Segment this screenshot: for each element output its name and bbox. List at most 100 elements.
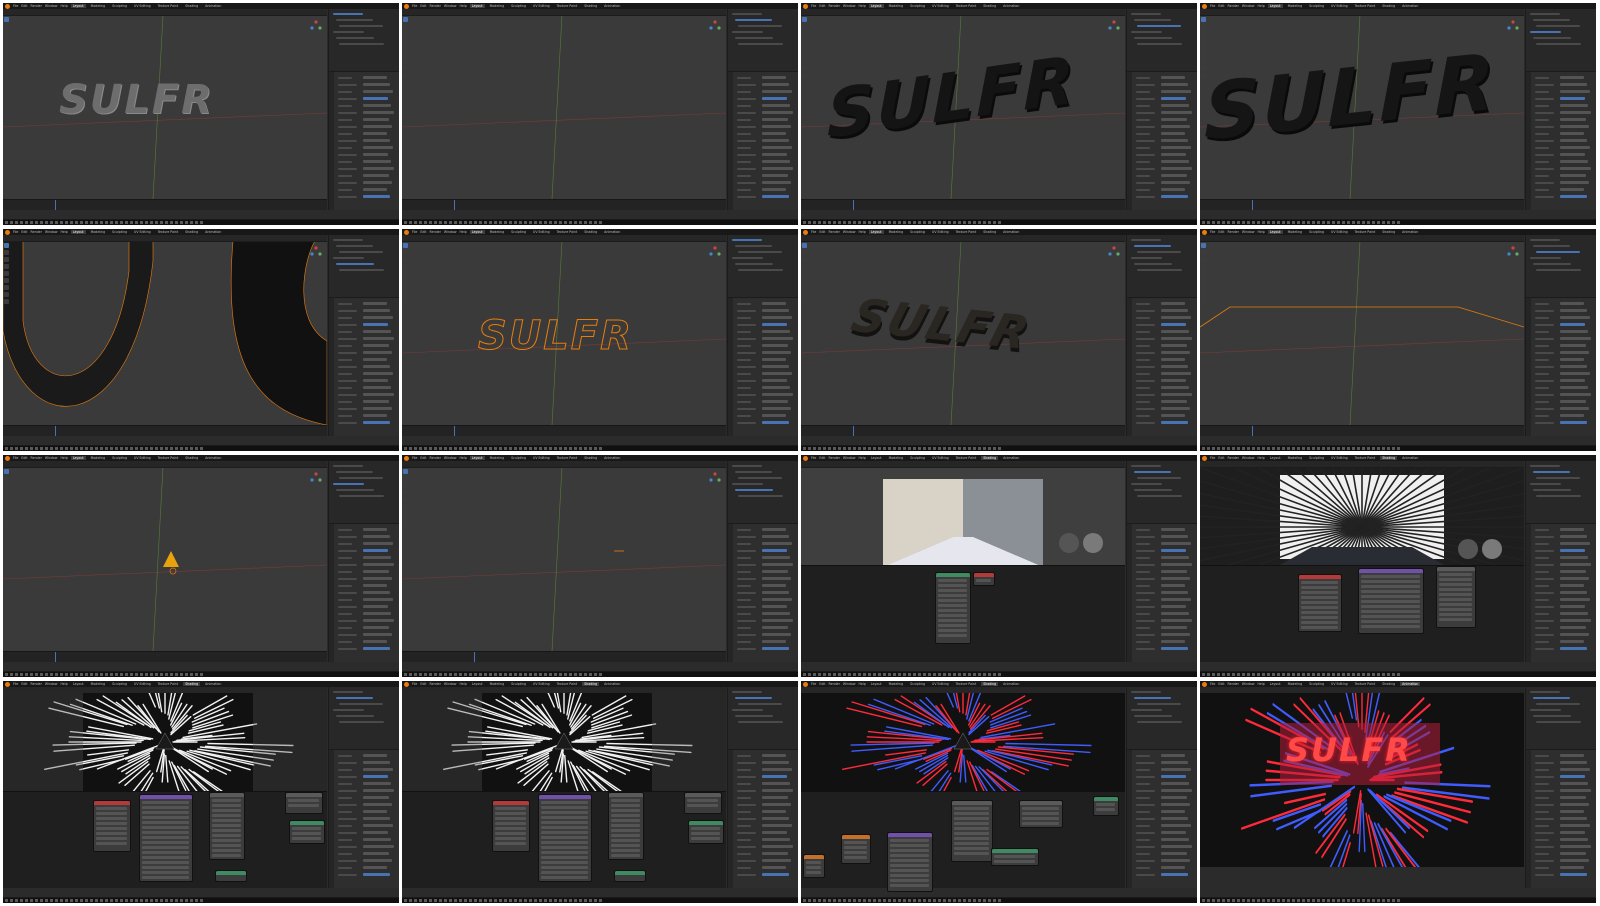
taskbar-icon[interactable] <box>823 221 826 224</box>
taskbar-icon[interactable] <box>828 899 831 902</box>
taskbar-icon[interactable] <box>45 447 48 450</box>
tool-button[interactable] <box>802 52 807 57</box>
tool-button[interactable] <box>403 250 408 255</box>
tool-button[interactable] <box>1201 292 1206 297</box>
taskbar-icon[interactable] <box>175 673 178 676</box>
timeline-playhead[interactable] <box>474 652 475 662</box>
workspace-tab[interactable]: Sculpting <box>110 456 129 460</box>
taskbar-icon[interactable] <box>135 447 138 450</box>
taskbar-icon[interactable] <box>479 447 482 450</box>
taskbar-icon[interactable] <box>439 673 442 676</box>
outliner-row[interactable] <box>732 257 763 259</box>
property-field[interactable] <box>1560 167 1591 170</box>
property-field[interactable] <box>363 174 389 177</box>
taskbar-icon[interactable] <box>5 221 8 224</box>
taskbar-icon[interactable] <box>50 447 53 450</box>
property-field[interactable] <box>1161 556 1189 559</box>
taskbar-icon[interactable] <box>1322 221 1325 224</box>
taskbar-icon[interactable] <box>185 899 188 902</box>
blender-logo-icon[interactable] <box>1202 681 1207 687</box>
taskbar-icon[interactable] <box>569 899 572 902</box>
taskbar-icon[interactable] <box>599 221 602 224</box>
taskbar-icon[interactable] <box>993 447 996 450</box>
workspace-tab[interactable]: Modeling <box>488 682 507 686</box>
taskbar-icon[interactable] <box>1332 447 1335 450</box>
property-field[interactable] <box>1161 372 1191 375</box>
taskbar-icon[interactable] <box>1267 221 1270 224</box>
taskbar-icon[interactable] <box>195 447 198 450</box>
taskbar-icon[interactable] <box>120 221 123 224</box>
workspace-tab[interactable]: Shading <box>582 230 599 234</box>
taskbar-icon[interactable] <box>1337 899 1340 902</box>
property-field[interactable] <box>363 351 392 354</box>
properties-panel[interactable] <box>328 749 399 888</box>
node-header[interactable] <box>493 801 529 805</box>
property-field[interactable] <box>1560 542 1590 545</box>
menu-item[interactable]: Window <box>45 682 58 686</box>
node-socket-field[interactable] <box>1361 580 1420 583</box>
taskbar-icon[interactable] <box>893 221 896 224</box>
outliner-panel[interactable] <box>1126 235 1197 297</box>
property-field[interactable] <box>1560 817 1587 820</box>
taskbar-icon[interactable] <box>898 221 901 224</box>
menu-item[interactable]: Window <box>843 230 856 234</box>
menu-item[interactable]: Window <box>1242 230 1255 234</box>
outliner-row[interactable] <box>336 37 374 39</box>
workspace-tab[interactable]: Layout <box>70 4 86 8</box>
node-socket-field[interactable] <box>96 807 127 810</box>
property-field[interactable] <box>1560 782 1588 785</box>
taskbar-icon[interactable] <box>1257 673 1260 676</box>
property-field[interactable] <box>363 407 392 410</box>
node-socket-field[interactable] <box>1439 578 1472 581</box>
property-field[interactable] <box>363 104 391 107</box>
node-socket-field[interactable] <box>96 822 127 825</box>
property-field[interactable] <box>1161 188 1185 191</box>
taskbar-icon[interactable] <box>848 899 851 902</box>
outliner-panel[interactable] <box>1525 461 1596 523</box>
node-socket-field[interactable] <box>541 836 588 839</box>
viewport-header[interactable] <box>3 235 327 242</box>
taskbar-icon[interactable] <box>494 673 497 676</box>
taskbar-icon[interactable] <box>574 447 577 450</box>
workspace-tab[interactable]: Sculpting <box>908 4 927 8</box>
taskbar-icon[interactable] <box>1217 673 1220 676</box>
taskbar-icon[interactable] <box>1257 221 1260 224</box>
node-header[interactable] <box>210 793 244 797</box>
taskbar-icon[interactable] <box>978 447 981 450</box>
tool-button[interactable] <box>4 469 9 474</box>
taskbar-icon[interactable] <box>75 899 78 902</box>
taskbar-icon[interactable] <box>1242 673 1245 676</box>
property-field[interactable] <box>1560 831 1585 834</box>
property-field[interactable] <box>363 153 388 156</box>
property-field[interactable] <box>1560 563 1591 566</box>
taskbar-icon[interactable] <box>1247 221 1250 224</box>
taskbar-icon[interactable] <box>853 221 856 224</box>
property-field[interactable] <box>363 414 387 417</box>
taskbar-icon[interactable] <box>1227 447 1230 450</box>
taskbar-icon[interactable] <box>1362 447 1365 450</box>
workspace-tab[interactable]: Shading <box>1380 456 1398 460</box>
property-field[interactable] <box>762 167 793 170</box>
workspace-tab[interactable]: Animation <box>1001 682 1021 686</box>
taskbar-icon[interactable] <box>150 899 153 902</box>
taskbar-icon[interactable] <box>1267 447 1270 450</box>
tool-button[interactable] <box>802 59 807 64</box>
taskbar-icon[interactable] <box>499 899 502 902</box>
property-field[interactable] <box>1560 111 1591 114</box>
property-field[interactable] <box>762 803 791 806</box>
taskbar-icon[interactable] <box>808 673 811 676</box>
node-socket-field[interactable] <box>954 842 989 845</box>
taskbar-icon[interactable] <box>539 673 542 676</box>
workspace-tab[interactable]: Modeling <box>1286 230 1305 234</box>
outliner-row[interactable] <box>738 251 782 253</box>
node-socket-field[interactable] <box>142 856 189 859</box>
taskbar-icon[interactable] <box>95 447 98 450</box>
taskbar-icon[interactable] <box>65 899 68 902</box>
taskbar-icon[interactable] <box>90 673 93 676</box>
taskbar-icon[interactable] <box>1257 447 1260 450</box>
outliner-panel[interactable] <box>1525 9 1596 71</box>
node-socket-field[interactable] <box>142 811 189 814</box>
rendered-view[interactable] <box>801 693 1125 791</box>
taskbar-icon[interactable] <box>888 447 891 450</box>
taskbar-icon[interactable] <box>514 899 517 902</box>
